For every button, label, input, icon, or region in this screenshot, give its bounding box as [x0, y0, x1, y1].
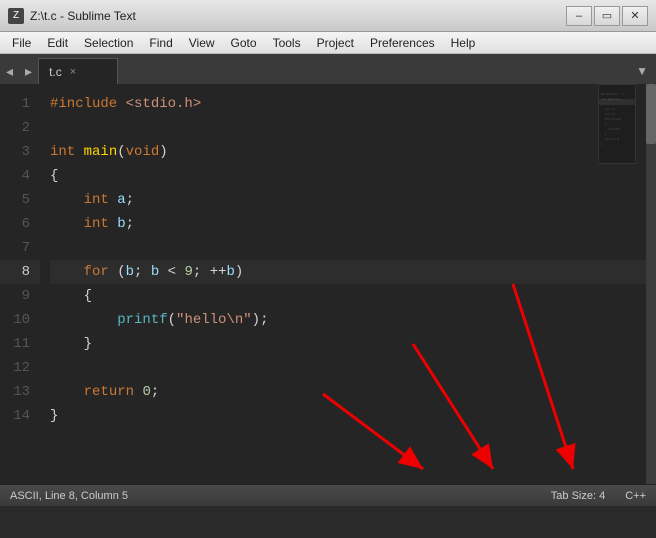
- code-line-1: #include <stdio.h>: [50, 92, 646, 116]
- line-num-5: 5: [0, 188, 40, 212]
- code-line-3: int main(void): [50, 140, 646, 164]
- code-line-9: {: [50, 284, 646, 308]
- line-num-11: 11: [0, 332, 40, 356]
- code-line-12: [50, 356, 646, 380]
- tab-name: t.c: [49, 65, 62, 79]
- status-position: ASCII, Line 8, Column 5: [10, 490, 128, 502]
- code-line-4: {: [50, 164, 646, 188]
- menu-goto[interactable]: Goto: [223, 32, 265, 53]
- status-right: Tab Size: 4 C++: [551, 490, 646, 502]
- status-bar: ASCII, Line 8, Column 5 Tab Size: 4 C++: [0, 484, 656, 506]
- menu-edit[interactable]: Edit: [39, 32, 76, 53]
- line-num-2: 2: [0, 116, 40, 140]
- code-line-2: [50, 116, 646, 140]
- code-line-14: }: [50, 404, 646, 428]
- line-num-8: 8: [0, 260, 40, 284]
- window-controls: – ▭ ✕: [566, 6, 648, 26]
- line-num-9: 9: [0, 284, 40, 308]
- code-line-11: }: [50, 332, 646, 356]
- code-line-10: printf("hello\n");: [50, 308, 646, 332]
- tab-bar: ◂ ▸ t.c × ▼: [0, 54, 656, 84]
- tab-nav-right[interactable]: ▸: [19, 58, 38, 84]
- tab-dropdown[interactable]: ▼: [628, 58, 656, 84]
- code-area[interactable]: #include <stdio.h> int main(void) { int …: [40, 84, 646, 484]
- line-num-3: 3: [0, 140, 40, 164]
- menu-preferences[interactable]: Preferences: [362, 32, 443, 53]
- app-icon: Z: [8, 8, 24, 24]
- code-line-6: int b;: [50, 212, 646, 236]
- line-num-7: 7: [0, 236, 40, 260]
- tab-tc[interactable]: t.c ×: [38, 58, 118, 84]
- line-num-4: 4: [0, 164, 40, 188]
- line-num-13: 13: [0, 380, 40, 404]
- line-num-10: 10: [0, 308, 40, 332]
- editor-container: 1 2 3 4 5 6 7 8 9 10 11 12 13 14 #includ…: [0, 84, 656, 484]
- line-num-12: 12: [0, 356, 40, 380]
- menu-bar: File Edit Selection Find View Goto Tools…: [0, 32, 656, 54]
- line-num-14: 14: [0, 404, 40, 428]
- scrollbar-thumb[interactable]: [646, 84, 656, 144]
- menu-selection[interactable]: Selection: [76, 32, 141, 53]
- menu-project[interactable]: Project: [309, 32, 362, 53]
- minimap: #include<...> int main(v) { int a; int b…: [598, 84, 636, 164]
- title-bar: Z Z:\t.c - Sublime Text – ▭ ✕: [0, 0, 656, 32]
- code-line-13: return 0;: [50, 380, 646, 404]
- code-line-5: int a;: [50, 188, 646, 212]
- title-bar-left: Z Z:\t.c - Sublime Text: [8, 8, 136, 24]
- tab-nav-left[interactable]: ◂: [0, 58, 19, 84]
- code-line-8: for (b; b < 9; ++b): [50, 260, 646, 284]
- menu-file[interactable]: File: [4, 32, 39, 53]
- line-num-1: 1: [0, 92, 40, 116]
- status-language[interactable]: C++: [625, 490, 646, 502]
- title-text: Z:\t.c - Sublime Text: [30, 9, 136, 23]
- line-numbers: 1 2 3 4 5 6 7 8 9 10 11 12 13 14: [0, 84, 40, 484]
- line-num-6: 6: [0, 212, 40, 236]
- menu-help[interactable]: Help: [443, 32, 484, 53]
- close-button[interactable]: ✕: [622, 6, 648, 26]
- menu-tools[interactable]: Tools: [265, 32, 309, 53]
- code-line-7: [50, 236, 646, 260]
- minimize-button[interactable]: –: [566, 6, 592, 26]
- maximize-button[interactable]: ▭: [594, 6, 620, 26]
- tab-close-button[interactable]: ×: [70, 66, 76, 78]
- status-tab-size[interactable]: Tab Size: 4: [551, 490, 605, 502]
- menu-view[interactable]: View: [181, 32, 223, 53]
- vertical-scrollbar[interactable]: [646, 84, 656, 484]
- menu-find[interactable]: Find: [141, 32, 180, 53]
